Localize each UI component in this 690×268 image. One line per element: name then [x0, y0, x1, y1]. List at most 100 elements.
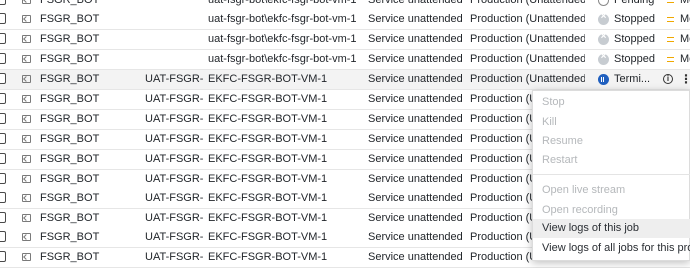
runtime-type: Service unattended — [368, 231, 463, 243]
machine-name — [145, 0, 203, 10]
terminating-status-icon — [598, 74, 609, 85]
machine-name: UAT-FSGR-... — [145, 93, 203, 105]
row-checkbox[interactable] — [0, 231, 6, 242]
more-actions-icon[interactable]: ⋮ — [680, 73, 690, 86]
process-icon — [22, 175, 31, 183]
stopped-status-icon — [598, 51, 609, 65]
runtime-type: Service unattended — [368, 251, 463, 263]
runtime-type: Service unattended — [368, 133, 463, 145]
environment: Production (Unattended) — [470, 53, 585, 65]
row-checkbox[interactable] — [0, 153, 6, 164]
environment: Production (Unattended) — [470, 0, 585, 6]
priority-medium-icon — [667, 37, 674, 42]
host-name: EKFC-FSGR-BOT-VM-1 — [208, 212, 328, 224]
priority-medium-icon — [667, 17, 674, 22]
row-checkbox[interactable] — [0, 133, 6, 144]
machine-name: UAT-FSGR-... — [145, 173, 203, 185]
process-icon — [22, 233, 31, 241]
process-icon — [22, 135, 31, 143]
row-checkbox[interactable] — [0, 73, 6, 84]
runtime-type: Service unattended — [368, 173, 463, 185]
row-checkbox[interactable] — [0, 212, 6, 223]
menu-item-view-logs-all[interactable]: View logs of all jobs for this process — [533, 239, 690, 258]
host-name: uat-fsgr-bot\ekfc-fsgr-bot-vm-1 — [208, 0, 357, 6]
runtime-type: Service unattended — [368, 212, 463, 224]
row-checkbox[interactable] — [0, 113, 6, 124]
row-checkbox[interactable] — [0, 0, 6, 5]
info-icon[interactable]: i — [663, 74, 673, 84]
row-checkbox[interactable] — [0, 33, 6, 44]
priority-text: Me — [680, 0, 690, 6]
menu-item-open-recording[interactable]: Open recording — [533, 201, 690, 220]
process-icon — [22, 253, 31, 261]
table-row[interactable]: FSGR_BOT uat-fsgr-bot\ekfc-fsgr-bot-vm-1 S… — [0, 50, 690, 70]
process-name: FSGR_BOT — [40, 73, 100, 85]
process-name: FSGR_BOT — [40, 133, 100, 145]
machine-name — [145, 10, 203, 29]
process-icon — [22, 75, 31, 83]
table-row[interactable]: FSGR_BOT UAT-FSGR-... EKFC-FSGR-BOT-VM-1 Se… — [0, 70, 690, 90]
row-checkbox[interactable] — [0, 93, 6, 104]
machine-name: UAT-FSGR-... — [145, 73, 203, 85]
job-context-menu: Stop Kill Resume Restart Open live stream Ope… — [532, 90, 690, 261]
row-checkbox[interactable] — [0, 13, 6, 24]
status-text: Stopped — [614, 13, 655, 25]
status-text: Stopped — [614, 53, 655, 65]
row-checkbox[interactable] — [0, 251, 6, 262]
row-checkbox[interactable] — [0, 173, 6, 184]
priority-text: Me — [680, 53, 690, 65]
menu-item-view-logs-job[interactable]: View logs of this job — [533, 219, 690, 238]
process-icon — [22, 194, 31, 202]
runtime-type: Service unattended — [368, 33, 463, 45]
menu-divider — [533, 174, 690, 175]
menu-item-open-live-stream[interactable]: Open live stream — [533, 181, 690, 200]
process-icon — [22, 15, 31, 23]
runtime-type: Service unattended — [368, 113, 463, 125]
process-name: FSGR_BOT — [40, 53, 100, 65]
process-icon — [22, 155, 31, 163]
stopped-status-icon — [598, 31, 609, 45]
machine-name: UAT-FSGR-... — [145, 192, 203, 204]
runtime-type: Service unattended — [368, 0, 463, 6]
priority-medium-icon — [667, 0, 674, 3]
pending-status-icon — [598, 0, 609, 6]
machine-name: UAT-FSGR-... — [145, 251, 203, 263]
process-name: FSGR_BOT — [40, 173, 100, 185]
process-name: FSGR_BOT — [40, 251, 100, 263]
environment: Production (Unattended) — [470, 13, 585, 25]
host-name: EKFC-FSGR-BOT-VM-1 — [208, 173, 328, 185]
priority-medium-icon — [667, 57, 674, 62]
machine-name: UAT-FSGR-... — [145, 153, 203, 165]
priority-text: Me — [680, 33, 690, 45]
table-row[interactable]: FSGR_BOT uat-fsgr-bot\ekfc-fsgr-bot-vm-1 S… — [0, 30, 690, 50]
runtime-type: Service unattended — [368, 73, 463, 85]
row-checkbox[interactable] — [0, 192, 6, 203]
status-text: Termi... — [614, 73, 651, 85]
environment: Production (Unattended) — [470, 73, 585, 85]
host-name: EKFC-FSGR-BOT-VM-1 — [208, 231, 328, 243]
host-name: EKFC-FSGR-BOT-VM-1 — [208, 192, 328, 204]
environment: Production (Unattended) — [470, 33, 585, 45]
process-icon — [22, 0, 31, 4]
menu-item-stop[interactable]: Stop — [533, 93, 690, 112]
process-name: FSGR_BOT — [40, 113, 100, 125]
menu-item-resume[interactable]: Resume — [533, 132, 690, 151]
process-icon — [22, 115, 31, 123]
runtime-type: Service unattended — [368, 153, 463, 165]
host-name: uat-fsgr-bot\ekfc-fsgr-bot-vm-1 — [208, 33, 357, 45]
machine-name — [145, 50, 203, 69]
host-name: uat-fsgr-bot\ekfc-fsgr-bot-vm-1 — [208, 13, 357, 25]
menu-item-restart[interactable]: Restart — [533, 151, 690, 170]
menu-item-kill[interactable]: Kill — [533, 113, 690, 132]
machine-name — [145, 30, 203, 49]
host-name: EKFC-FSGR-BOT-VM-1 — [208, 93, 328, 105]
host-name: EKFC-FSGR-BOT-VM-1 — [208, 113, 328, 125]
machine-name: UAT-FSGR-... — [145, 133, 203, 145]
table-row[interactable]: FSGR_BOT uat-fsgr-bot\ekfc-fsgr-bot-vm-1 S… — [0, 10, 690, 30]
process-icon — [22, 55, 31, 63]
runtime-type: Service unattended — [368, 192, 463, 204]
row-checkbox[interactable] — [0, 53, 6, 64]
process-name: FSGR_BOT — [40, 33, 100, 45]
machine-name: UAT-FSGR-... — [145, 212, 203, 224]
status-text: Pending — [614, 0, 655, 6]
